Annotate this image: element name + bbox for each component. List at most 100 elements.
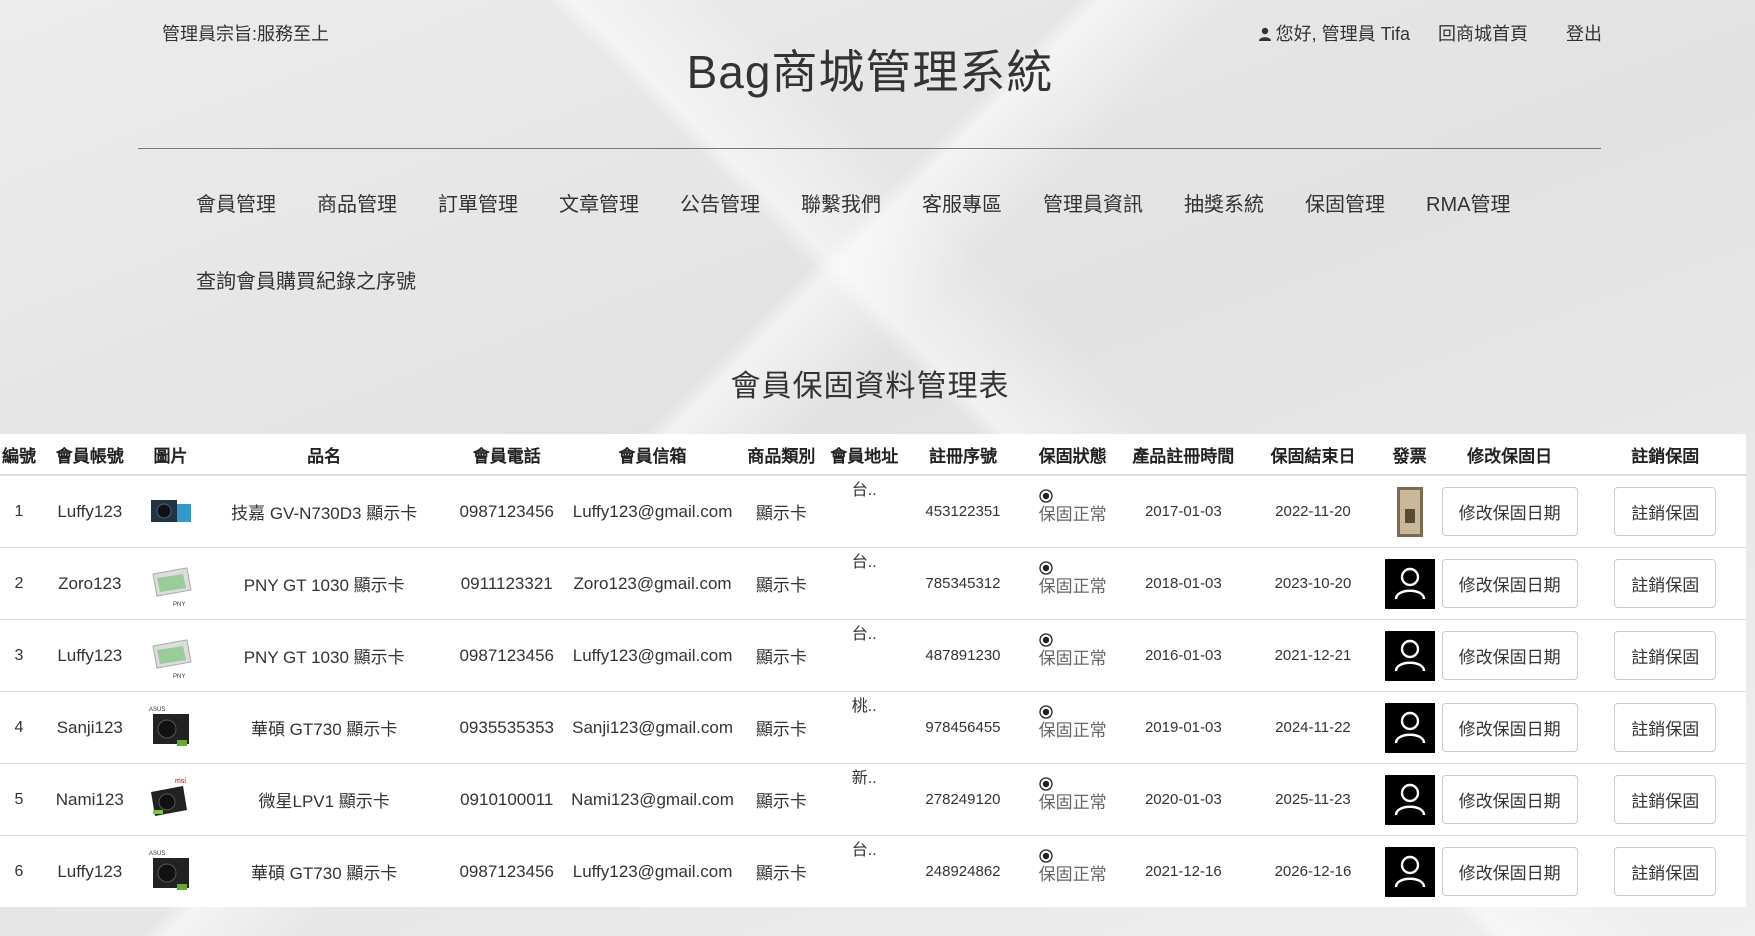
nav-item[interactable]: 查詢會員購買紀錄之序號	[196, 265, 416, 294]
column-header: 編號	[0, 434, 38, 476]
radio-icon[interactable]	[1038, 632, 1053, 647]
modify-warranty-button[interactable]: 修改保固日期	[1441, 703, 1578, 752]
serial-number: 785345312	[906, 547, 1020, 620]
column-header: 商品類別	[740, 434, 823, 476]
member-account: Luffy123	[37, 474, 142, 548]
column-header: 品名	[199, 434, 449, 476]
cancel-warranty-button[interactable]: 註銷保固	[1614, 559, 1717, 608]
warranty-end-date: 2026-12-16	[1241, 835, 1385, 907]
member-email: Luffy123@gmail.com	[564, 835, 741, 907]
product-name: PNY GT 1030 顯示卡	[199, 547, 449, 620]
column-header: 註冊序號	[906, 434, 1020, 476]
warranty-status-cell: 保固正常	[1019, 474, 1126, 548]
svg-text:PNY: PNY	[173, 602, 185, 608]
warranty-status-cell: 保固正常	[1019, 763, 1126, 836]
modify-warranty-button[interactable]: 修改保固日期	[1441, 847, 1578, 896]
cancel-warranty-button[interactable]: 註銷保固	[1614, 487, 1717, 536]
nav-item[interactable]: 管理員資訊	[1043, 188, 1143, 217]
logout-link[interactable]: 登出	[1566, 20, 1602, 46]
radio-icon[interactable]	[1038, 776, 1053, 791]
nav-item[interactable]: 保固管理	[1305, 188, 1385, 217]
warranty-status-cell: 保固正常	[1019, 547, 1126, 620]
warranty-end-date: 2023-10-20	[1241, 547, 1385, 620]
main-nav: 會員管理 商品管理 訂單管理 文章管理 公告管理 聯繫我們 客服專區 管理員資訊 抽獎系統 保固管…	[196, 188, 1510, 294]
radio-icon[interactable]	[1038, 560, 1053, 575]
warranty-status-label: 保固正常	[1038, 792, 1107, 812]
svg-text:msi: msi	[175, 778, 186, 785]
user-icon	[1258, 27, 1271, 41]
cancel-warranty-button[interactable]: 註銷保固	[1614, 775, 1717, 824]
nav-item[interactable]: 會員管理	[196, 188, 276, 217]
nav-item[interactable]: RMA管理	[1426, 188, 1510, 217]
member-address: 台..	[822, 835, 907, 907]
table-row: 4 Sanji123 ASUS 華碩 GT730 顯示卡 0935535353 Sanji…	[0, 691, 1746, 764]
member-email: Luffy123@gmail.com	[564, 619, 741, 692]
product-name: 技嘉 GV-N730D3 顯示卡	[199, 474, 449, 548]
user-avatar-icon[interactable]	[1384, 558, 1435, 609]
cancel-warranty-button[interactable]: 註銷保固	[1614, 847, 1717, 896]
warranty-status: 保固正常	[1038, 560, 1107, 597]
column-header: 發票	[1384, 434, 1435, 476]
serial-number: 248924862	[906, 835, 1020, 907]
asus-card-icon: ASUS	[146, 847, 195, 896]
modify-warranty-button[interactable]: 修改保固日期	[1441, 559, 1578, 608]
user-avatar-icon[interactable]	[1384, 846, 1435, 897]
table-row: 3 Luffy123 PNY PNY GT 1030 顯示卡 0987123456 Luf…	[0, 619, 1746, 692]
member-phone: 0987123456	[448, 619, 565, 692]
modify-warranty-button[interactable]: 修改保固日期	[1441, 631, 1578, 680]
modify-warranty-button[interactable]: 修改保固日期	[1441, 775, 1578, 824]
product-image-cell	[141, 474, 200, 548]
table-row: 5 Nami123 msi 微星LPV1 顯示卡 0910100011 Nami123@g…	[0, 763, 1746, 836]
cancel-cell: 註銷保固	[1584, 763, 1746, 836]
warranty-status-label: 保固正常	[1038, 720, 1107, 740]
serial-number: 278249120	[906, 763, 1020, 836]
product-category: 顯示卡	[740, 763, 823, 836]
nav-item[interactable]: 公告管理	[680, 188, 760, 217]
home-link[interactable]: 回商城首頁	[1438, 20, 1528, 46]
member-account: Luffy123	[37, 835, 142, 907]
product-name: 華碩 GT730 顯示卡	[199, 691, 449, 764]
user-avatar-icon[interactable]	[1384, 630, 1435, 681]
member-email: Nami123@gmail.com	[564, 763, 741, 836]
cancel-warranty-button[interactable]: 註銷保固	[1614, 631, 1717, 680]
table-row: 6 Luffy123 ASUS 華碩 GT730 顯示卡 0987123456 Luffy…	[0, 835, 1746, 907]
nav-item[interactable]: 訂單管理	[438, 188, 518, 217]
registration-date: 2020-01-03	[1125, 763, 1242, 836]
cancel-warranty-button[interactable]: 註銷保固	[1614, 703, 1717, 752]
radio-icon[interactable]	[1038, 488, 1053, 503]
product-category: 顯示卡	[740, 474, 823, 548]
radio-icon[interactable]	[1038, 704, 1053, 719]
column-header: 保固結束日	[1241, 434, 1385, 476]
nav-item[interactable]: 客服專區	[922, 188, 1002, 217]
member-email: Zoro123@gmail.com	[564, 547, 741, 620]
warranty-status-label: 保固正常	[1038, 504, 1107, 524]
modify-warranty-button[interactable]: 修改保固日期	[1441, 487, 1578, 536]
member-account: Luffy123	[37, 619, 142, 692]
user-avatar-icon[interactable]	[1384, 774, 1435, 825]
member-address: 新..	[822, 763, 907, 836]
warranty-status: 保固正常	[1038, 488, 1107, 525]
row-id: 6	[0, 835, 38, 907]
member-phone: 0987123456	[448, 835, 565, 907]
nav-item[interactable]: 文章管理	[559, 188, 639, 217]
gigabyte-card-icon	[146, 487, 195, 536]
nav-item[interactable]: 商品管理	[317, 188, 397, 217]
warranty-end-date: 2025-11-23	[1241, 763, 1385, 836]
product-category: 顯示卡	[740, 691, 823, 764]
warranty-status-label: 保固正常	[1038, 648, 1107, 668]
receipt-photo[interactable]	[1396, 486, 1423, 537]
table-title: 會員保固資料管理表	[730, 370, 1010, 403]
user-avatar-icon[interactable]	[1384, 702, 1435, 753]
nav-item[interactable]: 抽獎系統	[1184, 188, 1264, 217]
product-name: 華碩 GT730 顯示卡	[199, 835, 449, 907]
product-name: PNY GT 1030 顯示卡	[199, 619, 449, 692]
nav-item[interactable]: 聯繫我們	[801, 188, 881, 217]
warranty-status: 保固正常	[1038, 704, 1107, 741]
serial-number: 978456455	[906, 691, 1020, 764]
warranty-status-cell: 保固正常	[1019, 691, 1126, 764]
svg-text:ASUS: ASUS	[149, 851, 165, 857]
member-address: 台..	[822, 619, 907, 692]
product-image-cell: ASUS	[141, 691, 200, 764]
radio-icon[interactable]	[1038, 848, 1053, 863]
registration-date: 2016-01-03	[1125, 619, 1242, 692]
